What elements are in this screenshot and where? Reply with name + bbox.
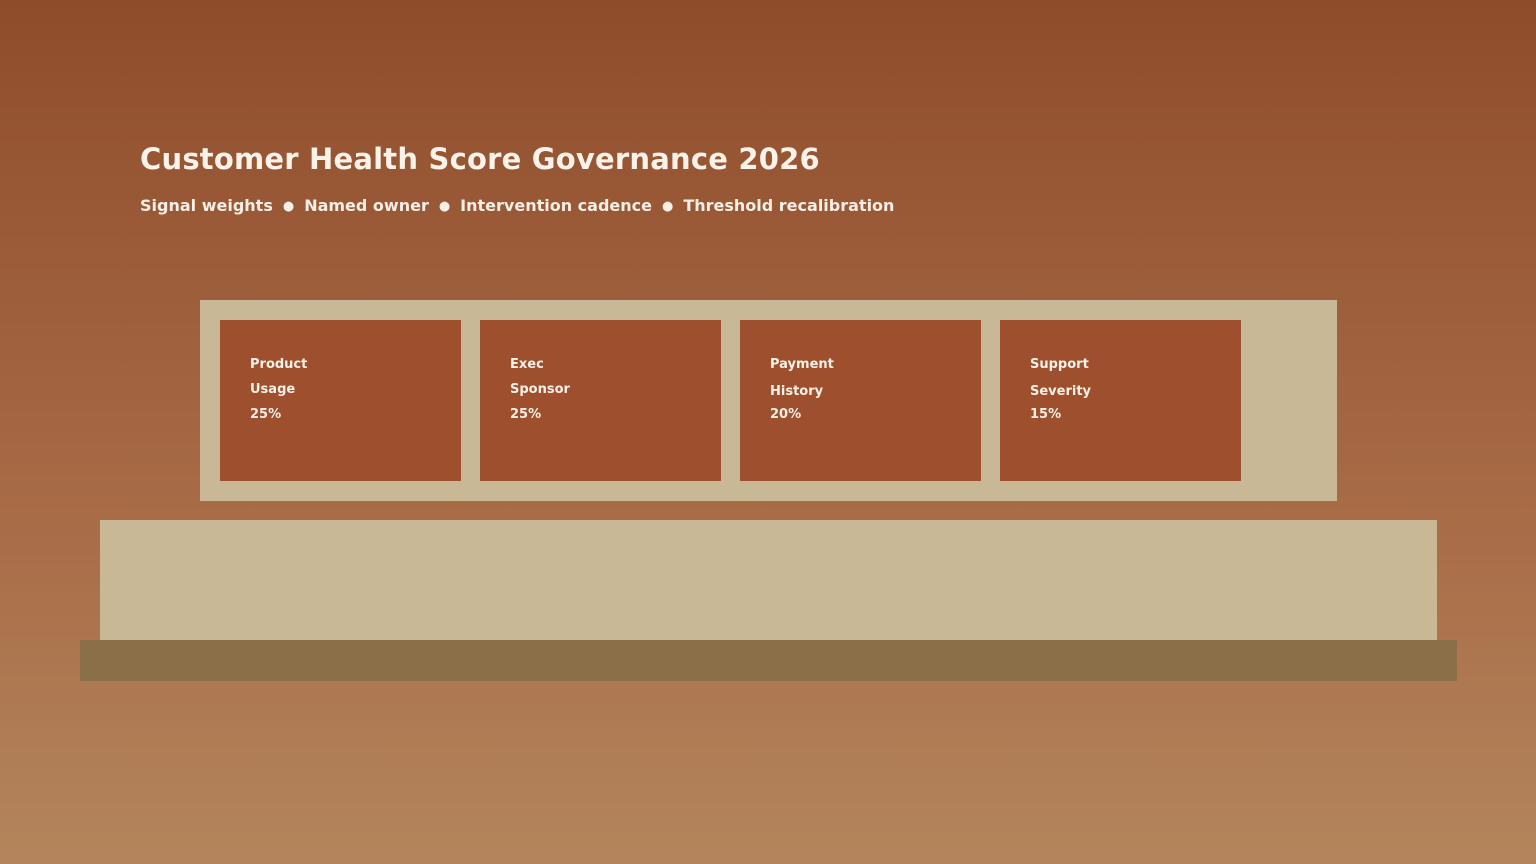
signal-card-label: Exec [510,357,544,372]
platform-middle-tier [100,520,1437,641]
subtitle-item-signal-weights: Signal weights [140,196,273,215]
bullet-separator: ● [438,199,451,214]
platform-base-tier [80,640,1457,681]
page-title: Customer Health Score Governance 2026 [140,142,820,176]
signal-card-weight: 15% [1030,407,1062,422]
signal-card-label: Severity [1030,384,1092,399]
signal-card-label: Product [250,357,308,372]
signal-weights-panel: Product Usage 25% Exec Sponsor 25% Payme… [200,300,1337,501]
subtitle-item-named-owner: Named owner [304,196,429,215]
signal-card-label: History [770,384,824,399]
signal-card-weight: 25% [510,407,542,422]
signal-card-label: Usage [250,382,296,397]
signal-card-support-severity: Support Severity 15% [1000,320,1241,481]
signal-card-product-usage: Product Usage 25% [220,320,461,481]
subtitle-bar: Signal weights ● Named owner ● Intervent… [140,196,894,215]
signal-card-weight: 25% [250,407,282,422]
bullet-separator: ● [661,199,674,214]
signal-card-payment-history: Payment History 20% [740,320,981,481]
signal-card-label: Sponsor [510,382,570,397]
bullet-separator: ● [282,199,295,214]
signal-card-exec-sponsor: Exec Sponsor 25% [480,320,721,481]
signal-card-label: Payment [770,357,834,372]
subtitle-item-threshold-recalibration: Threshold recalibration [683,196,895,215]
signal-card-weight: 20% [770,407,802,422]
signal-card-label: Support [1030,357,1089,372]
subtitle-item-intervention-cadence: Intervention cadence [460,196,652,215]
